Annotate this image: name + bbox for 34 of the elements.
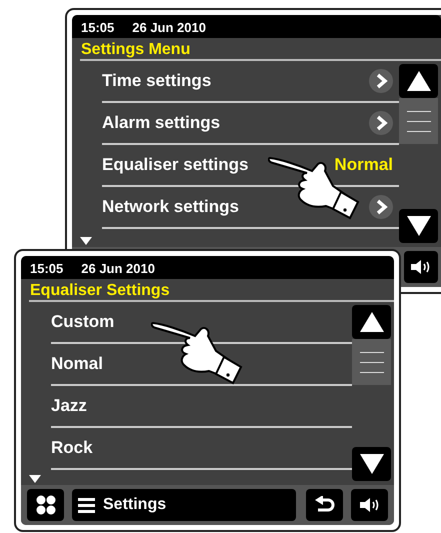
screen-title: Equaliser Settings	[30, 282, 170, 299]
clock-time: 15:05	[30, 260, 64, 278]
scroll-down-icon	[406, 215, 432, 237]
screen-title: Settings Menu	[81, 41, 190, 58]
menu-item[interactable]: Time settings	[102, 61, 399, 103]
menu-icon	[78, 496, 95, 514]
chevron-right-icon	[369, 111, 393, 135]
date-text: 26 Jun 2010	[132, 19, 206, 37]
scroll-thumb[interactable]	[352, 339, 391, 385]
scroll-up-icon	[358, 311, 384, 333]
scroll-up-button[interactable]	[352, 305, 391, 339]
chevron-right-icon	[369, 69, 393, 93]
speaker-icon	[358, 497, 380, 513]
menu-button[interactable]: Settings	[72, 489, 296, 521]
date-text: 26 Jun 2010	[81, 260, 155, 278]
volume-button[interactable]	[351, 489, 388, 521]
scroll-down-button[interactable]	[399, 209, 438, 243]
back-icon	[314, 496, 334, 514]
scroll-down-icon	[358, 453, 384, 475]
four-dots-icon	[36, 495, 56, 515]
menu-item[interactable]: Jazz	[51, 386, 352, 428]
scroll-up-icon	[406, 70, 432, 92]
speaker-icon	[410, 259, 432, 275]
volume-button[interactable]	[404, 251, 438, 283]
menu-item[interactable]: Rock	[51, 428, 352, 470]
menu-item[interactable]: Alarm settings	[102, 103, 399, 145]
home-button[interactable]	[27, 489, 64, 521]
scroll-thumb[interactable]	[399, 98, 438, 144]
scroll-up-button[interactable]	[399, 64, 438, 98]
back-button[interactable]	[306, 489, 343, 521]
item-value: Normal	[334, 154, 393, 176]
scroll-down-button[interactable]	[352, 447, 391, 481]
chevron-right-icon	[369, 195, 393, 219]
clock-time: 15:05	[81, 19, 114, 37]
